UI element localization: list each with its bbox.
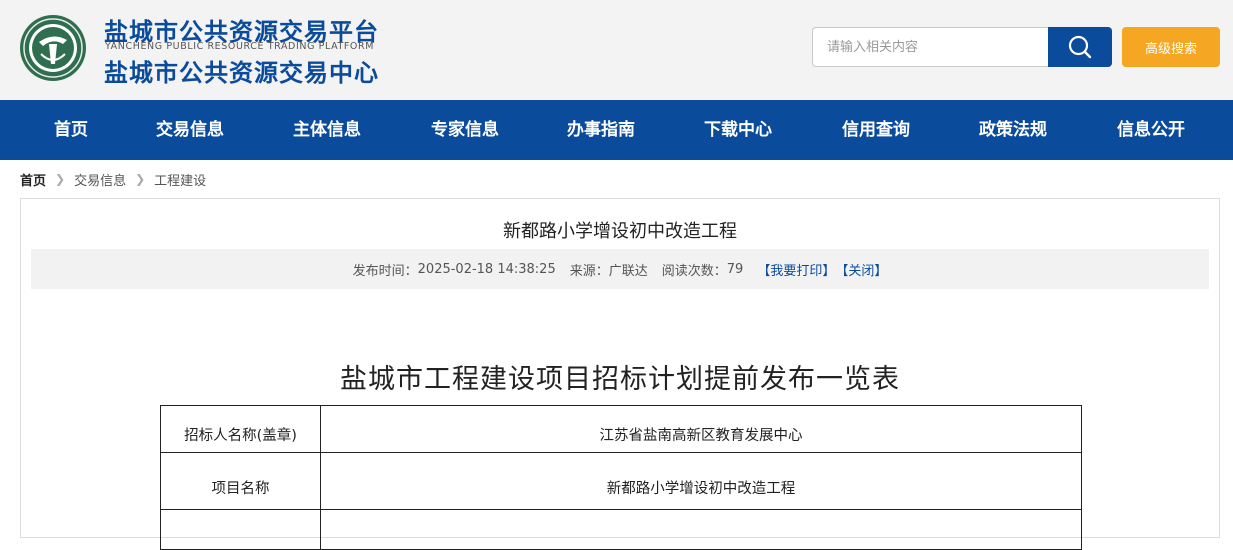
- main-nav: 首页 交易信息 主体信息 专家信息 办事指南 下载中心 信用查询 政策法规 信息…: [0, 100, 1233, 160]
- chevron-right-icon: ❯: [55, 172, 66, 186]
- nav-item-guide[interactable]: 办事指南: [567, 100, 635, 160]
- site-header: 盐城市公共资源交易平台 YANCHENG PUBLIC RESOURCE TRA…: [0, 0, 1233, 100]
- views-count: 79: [726, 261, 744, 277]
- nav-item-expert-info[interactable]: 专家信息: [431, 100, 499, 160]
- nav-item-trading-info[interactable]: 交易信息: [156, 100, 224, 160]
- search-icon: [1068, 35, 1092, 59]
- nav-item-downloads[interactable]: 下载中心: [704, 100, 772, 160]
- table-row: 项目名称 新都路小学增设初中改造工程: [160, 452, 1082, 510]
- breadcrumb-home[interactable]: 首页: [20, 170, 46, 189]
- nav-item-policy[interactable]: 政策法规: [979, 100, 1047, 160]
- site-subtitle-en: YANCHENG PUBLIC RESOURCE TRADING PLATFOR…: [105, 41, 374, 52]
- article-panel: 新都路小学增设初中改造工程 发布时间： 2025-02-18 14:38:25 …: [20, 198, 1220, 550]
- search-button[interactable]: [1048, 27, 1112, 67]
- chevron-right-icon: ❯: [135, 172, 146, 186]
- publish-time-label: 发布时间：: [352, 263, 418, 279]
- document-title: 盐城市工程建设项目招标计划提前发布一览表: [340, 364, 900, 395]
- table-cell-label: 项目名称: [160, 452, 321, 510]
- publish-time: 2025-02-18 14:38:25: [417, 261, 556, 277]
- article-meta-bar: 发布时间： 2025-02-18 14:38:25 来源： 广联达 阅读次数： …: [31, 249, 1209, 289]
- nav-item-entity-info[interactable]: 主体信息: [293, 100, 361, 160]
- breadcrumb-trading-info[interactable]: 交易信息: [74, 170, 126, 189]
- breadcrumb: 首页 ❯ 交易信息 ❯ 工程建设: [20, 170, 206, 189]
- close-link[interactable]: 【关闭】: [835, 260, 887, 279]
- article-title: 新都路小学增设初中改造工程: [503, 221, 737, 242]
- source-label: 来源：: [569, 263, 609, 279]
- nav-item-disclosure[interactable]: 信息公开: [1117, 100, 1185, 160]
- views-label: 阅读次数：: [661, 263, 727, 279]
- source-value: 广联达: [608, 263, 648, 279]
- advanced-search-button[interactable]: 高级搜索: [1122, 27, 1220, 67]
- breadcrumb-engineering[interactable]: 工程建设: [154, 170, 206, 189]
- table-row: [160, 509, 1082, 550]
- table-cell-label: [160, 509, 321, 550]
- table-cell-value: 江苏省盐南高新区教育发展中心: [320, 405, 1082, 453]
- document-table: 招标人名称(盖章) 江苏省盐南高新区教育发展中心 项目名称 新都路小学增设初中改…: [160, 405, 1082, 550]
- site-logo-icon[interactable]: [19, 14, 87, 82]
- table-cell-value: [320, 509, 1082, 550]
- search-input[interactable]: [812, 27, 1050, 67]
- table-cell-label: 招标人名称(盖章): [160, 405, 321, 453]
- site-title-center: 盐城市公共资源交易中心: [104, 59, 379, 87]
- table-row: 招标人名称(盖章) 江苏省盐南高新区教育发展中心: [160, 405, 1082, 453]
- table-cell-value: 新都路小学增设初中改造工程: [320, 452, 1082, 510]
- nav-item-credit-query[interactable]: 信用查询: [842, 100, 910, 160]
- nav-item-home[interactable]: 首页: [54, 100, 88, 160]
- print-link[interactable]: 【我要打印】: [757, 260, 835, 279]
